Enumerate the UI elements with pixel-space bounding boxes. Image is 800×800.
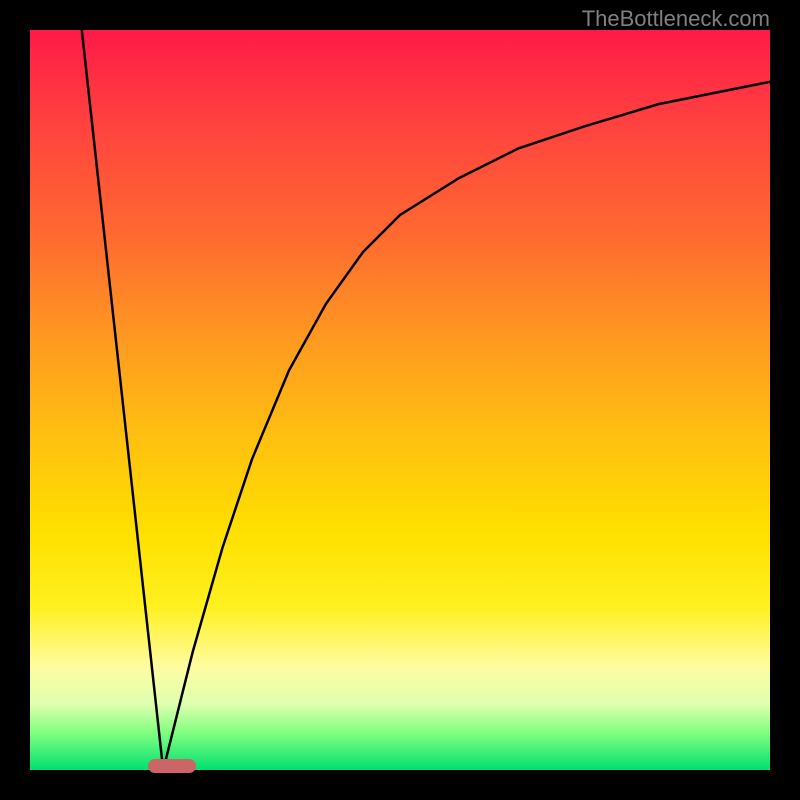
plot-area xyxy=(30,30,770,770)
optimal-marker xyxy=(148,759,196,773)
bottleneck-curve xyxy=(82,30,770,770)
watermark-text: TheBottleneck.com xyxy=(582,6,770,32)
chart-container: TheBottleneck.com xyxy=(0,0,800,800)
curve-svg xyxy=(30,30,770,770)
